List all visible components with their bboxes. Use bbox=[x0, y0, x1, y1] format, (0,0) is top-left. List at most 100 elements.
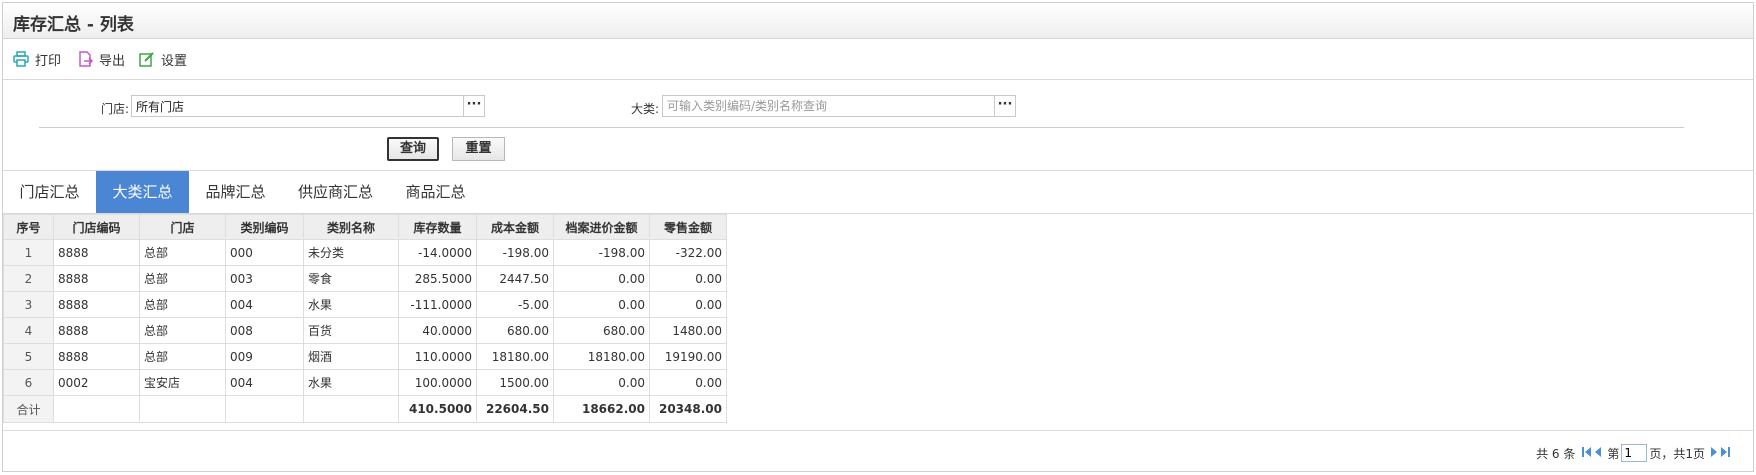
tab-brand-summary[interactable]: 品牌汇总 bbox=[189, 171, 282, 213]
export-icon bbox=[79, 51, 93, 67]
tab-category-summary[interactable]: 大类汇总 bbox=[96, 171, 189, 213]
stock-qty-cell: 100.0000 bbox=[398, 369, 477, 396]
total-count: 共 6 条 bbox=[1536, 446, 1576, 461]
retail-amount-cell: 19190.00 bbox=[649, 343, 727, 370]
store-cell: 总部 bbox=[139, 343, 226, 370]
retail-amount-cell: 1480.00 bbox=[649, 317, 727, 344]
table-row[interactable]: 1 8888 总部 000 未分类 -14.0000 -198.00 -198.… bbox=[3, 239, 727, 266]
column-header[interactable]: 零售金额 bbox=[649, 214, 727, 240]
reset-button[interactable]: 重置 bbox=[452, 137, 505, 161]
export-label: 导出 bbox=[99, 53, 126, 69]
column-header[interactable]: 类别名称 bbox=[303, 214, 399, 240]
column-header[interactable]: 成本金额 bbox=[476, 214, 554, 240]
total-stock-qty: 410.5000 bbox=[398, 395, 477, 423]
query-button[interactable]: 查询 bbox=[387, 137, 439, 161]
purchase-amount-cell: 18180.00 bbox=[553, 343, 650, 370]
table-row[interactable]: 3 8888 总部 004 水果 -111.0000 -5.00 0.00 0.… bbox=[3, 291, 727, 318]
row-number: 3 bbox=[3, 291, 54, 318]
tab-product-summary[interactable]: 商品汇总 bbox=[389, 171, 482, 213]
stock-qty-cell: -14.0000 bbox=[398, 239, 477, 266]
store-code-cell: 0002 bbox=[53, 369, 140, 396]
toolbar: 打印 导出 设置 bbox=[3, 39, 1753, 80]
column-header[interactable]: 档案进价金额 bbox=[553, 214, 650, 240]
column-header[interactable]: 门店 bbox=[139, 214, 226, 240]
grid-bottom-border bbox=[3, 430, 1753, 431]
cost-amount-cell: -5.00 bbox=[476, 291, 554, 318]
purchase-amount-cell: 0.00 bbox=[553, 265, 650, 292]
print-button[interactable]: 打印 bbox=[13, 49, 61, 69]
row-number: 5 bbox=[3, 343, 54, 370]
app-window: 库存汇总 - 列表 打印 导出 设置 门店: 所有门店 ··· 大类: 可输入类… bbox=[2, 2, 1754, 472]
row-number: 4 bbox=[3, 317, 54, 344]
total-purchase-amount: 18662.00 bbox=[553, 395, 650, 423]
purchase-amount-cell: 0.00 bbox=[553, 369, 650, 396]
store-code-cell: 8888 bbox=[53, 265, 140, 292]
cost-amount-cell: -198.00 bbox=[476, 239, 554, 266]
last-page-icon[interactable] bbox=[1720, 446, 1730, 461]
stock-qty-cell: 110.0000 bbox=[398, 343, 477, 370]
page-number-input[interactable] bbox=[1621, 444, 1648, 462]
store-cell: 总部 bbox=[139, 291, 226, 318]
purchase-amount-cell: 0.00 bbox=[553, 291, 650, 318]
summary-tabs: 门店汇总 大类汇总 品牌汇总 供应商汇总 商品汇总 bbox=[3, 170, 1753, 214]
total-empty-cell bbox=[303, 395, 399, 423]
stock-qty-cell: 40.0000 bbox=[398, 317, 477, 344]
filter-panel: 门店: ··· 大类: ··· 查询 重置 bbox=[3, 80, 1753, 170]
retail-amount-cell: -322.00 bbox=[649, 239, 727, 266]
stock-qty-cell: -111.0000 bbox=[398, 291, 477, 318]
row-number: 2 bbox=[3, 265, 54, 292]
category-input[interactable] bbox=[662, 95, 995, 117]
tab-store-summary[interactable]: 门店汇总 bbox=[3, 171, 96, 213]
page-suffix: 页，共1页 bbox=[1649, 446, 1705, 461]
total-empty-cell bbox=[139, 395, 226, 423]
first-page-icon[interactable] bbox=[1582, 446, 1592, 461]
settings-label: 设置 bbox=[161, 53, 188, 69]
table-row[interactable]: 5 8888 总部 009 烟酒 110.0000 18180.00 18180… bbox=[3, 343, 727, 370]
cost-amount-cell: 2447.50 bbox=[476, 265, 554, 292]
prev-page-icon[interactable] bbox=[1594, 446, 1602, 461]
column-header[interactable]: 库存数量 bbox=[398, 214, 477, 240]
tab-supplier-summary[interactable]: 供应商汇总 bbox=[282, 171, 389, 213]
total-retail-amount: 20348.00 bbox=[649, 395, 727, 423]
column-header[interactable]: 类别编码 bbox=[225, 214, 304, 240]
category-code-cell: 000 bbox=[225, 239, 304, 266]
purchase-amount-cell: 680.00 bbox=[553, 317, 650, 344]
total-cost-amount: 22604.50 bbox=[476, 395, 554, 423]
page-title: 库存汇总 - 列表 bbox=[13, 15, 134, 35]
table-row[interactable]: 2 8888 总部 003 零食 285.5000 2447.50 0.00 0… bbox=[3, 265, 727, 292]
summary-table: 序号 门店编码 门店 类别编码 类别名称 库存数量 成本金额 档案进价金额 零售… bbox=[3, 214, 727, 423]
category-name-cell: 零食 bbox=[303, 265, 399, 292]
category-name-cell: 水果 bbox=[303, 291, 399, 318]
total-row: 合计 410.5000 22604.50 18662.00 20348.00 bbox=[3, 395, 727, 423]
pagination: 共 6 条 第 页，共1页 bbox=[1536, 443, 1731, 463]
total-empty-cell bbox=[53, 395, 140, 423]
cost-amount-cell: 18180.00 bbox=[476, 343, 554, 370]
store-code-cell: 8888 bbox=[53, 239, 140, 266]
store-label: 门店: bbox=[100, 102, 129, 116]
cost-amount-cell: 680.00 bbox=[476, 317, 554, 344]
store-input[interactable] bbox=[131, 95, 464, 117]
store-code-cell: 8888 bbox=[53, 317, 140, 344]
settings-button[interactable]: 设置 bbox=[139, 49, 187, 69]
store-cell: 总部 bbox=[139, 317, 226, 344]
category-code-cell: 009 bbox=[225, 343, 304, 370]
store-lookup-button[interactable]: ··· bbox=[463, 95, 485, 117]
column-header[interactable]: 序号 bbox=[3, 214, 54, 240]
category-name-cell: 水果 bbox=[303, 369, 399, 396]
table-row[interactable]: 6 0002 宝安店 004 水果 100.0000 1500.00 0.00 … bbox=[3, 369, 727, 396]
category-lookup-button[interactable]: ··· bbox=[994, 95, 1016, 117]
column-header[interactable]: 门店编码 bbox=[53, 214, 140, 240]
table-row[interactable]: 4 8888 总部 008 百货 40.0000 680.00 680.00 1… bbox=[3, 317, 727, 344]
category-code-cell: 008 bbox=[225, 317, 304, 344]
export-button[interactable]: 导出 bbox=[77, 49, 125, 69]
category-code-cell: 004 bbox=[225, 369, 304, 396]
row-number: 6 bbox=[3, 369, 54, 396]
retail-amount-cell: 0.00 bbox=[649, 265, 727, 292]
store-code-cell: 8888 bbox=[53, 291, 140, 318]
category-name-cell: 未分类 bbox=[303, 239, 399, 266]
next-page-icon[interactable] bbox=[1710, 446, 1718, 461]
category-code-cell: 003 bbox=[225, 265, 304, 292]
title-bar: 库存汇总 - 列表 bbox=[3, 3, 1753, 39]
filter-divider bbox=[39, 127, 1684, 128]
store-code-cell: 8888 bbox=[53, 343, 140, 370]
